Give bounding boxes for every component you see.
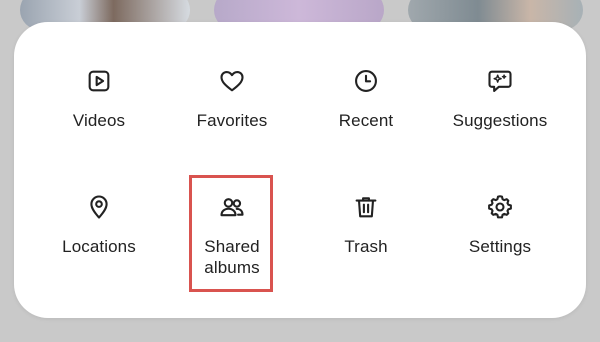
heart-icon: [217, 66, 247, 96]
menu-item-label: Settings: [468, 237, 532, 256]
album-menu-panel: Videos Favorites Recent Suggestions Loca…: [14, 22, 586, 318]
menu-item-settings[interactable]: Settings: [432, 192, 568, 257]
menu-item-favorites[interactable]: Favorites: [164, 66, 300, 131]
gear-icon: [485, 192, 515, 222]
menu-item-label: Videos: [72, 111, 126, 130]
menu-item-videos[interactable]: Videos: [31, 66, 167, 131]
trash-icon: [351, 192, 381, 222]
menu-item-recent[interactable]: Recent: [298, 66, 434, 131]
menu-item-label: Recent: [338, 111, 394, 130]
menu-item-label: Locations: [62, 237, 136, 256]
menu-item-trash[interactable]: Trash: [298, 192, 434, 257]
menu-item-label: Trash: [344, 237, 388, 256]
menu-item-locations[interactable]: Locations: [31, 192, 167, 257]
sparkle-chat-icon: [485, 66, 515, 96]
video-play-icon: [84, 66, 114, 96]
menu-item-label: Suggestions: [452, 111, 548, 130]
menu-item-label: Favorites: [196, 111, 268, 130]
menu-item-suggestions[interactable]: Suggestions: [432, 66, 568, 131]
clock-icon: [351, 66, 381, 96]
location-pin-icon: [84, 192, 114, 222]
people-icon: [217, 192, 247, 222]
menu-item-label: Shared albums: [204, 237, 260, 277]
menu-item-shared-albums[interactable]: Shared albums: [164, 192, 300, 278]
